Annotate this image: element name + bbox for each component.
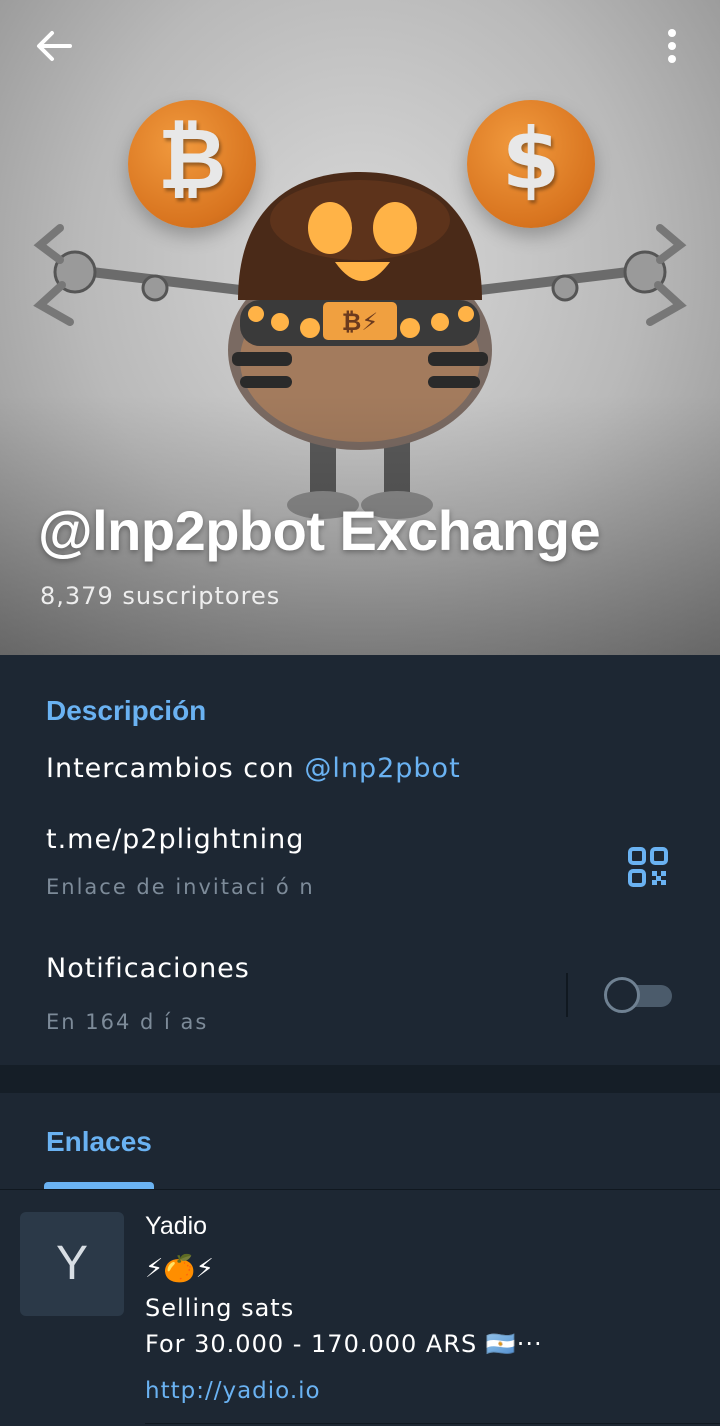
description-prefix: Intercambios con [46, 753, 305, 784]
arrow-back-icon [37, 31, 72, 61]
more-vertical-icon [668, 29, 676, 63]
vertical-divider [566, 973, 568, 1017]
mention-link[interactable]: @lnp2pbot [304, 753, 460, 784]
list-divider [145, 1423, 720, 1424]
more-options-button[interactable] [648, 22, 696, 70]
tab-enlaces[interactable]: Enlaces [46, 1126, 152, 1158]
invite-link-label: Enlace de invitaci ó n [46, 875, 315, 899]
links-list: Y Yadio ⚡🍊⚡ Selling sats For 30.000 - 17… [0, 1189, 720, 1426]
description-label: Descripción [46, 695, 207, 726]
link-title: Yadio [145, 1212, 208, 1240]
dollar-coin: $ [467, 100, 595, 228]
back-button[interactable] [30, 22, 78, 70]
svg-text:₿⚡: ₿⚡ [342, 308, 378, 336]
qr-code-icon [628, 847, 668, 887]
invite-link[interactable]: t.me/p2plightning [46, 824, 304, 855]
list-item[interactable]: Y Yadio ⚡🍊⚡ Selling sats For 30.000 - 17… [0, 1190, 720, 1426]
description-text: Intercambios con @lnp2pbot [46, 753, 461, 784]
notifications-toggle[interactable] [604, 977, 672, 1013]
tab-indicator [44, 1182, 154, 1189]
link-url[interactable]: http://yadio.io [145, 1378, 321, 1404]
media-tabs: Enlaces [0, 1093, 720, 1189]
section-gap [0, 1065, 720, 1093]
channel-cover: ₿⚡ ₿ $ @lnp2pbot Exchange 8,379 suscript… [0, 0, 720, 655]
qr-code-button[interactable] [626, 845, 670, 889]
channel-name: @lnp2pbot Exchange [38, 499, 601, 562]
link-emoji-line: ⚡🍊⚡ [145, 1254, 214, 1284]
toggle-knob [604, 977, 640, 1013]
link-thumbnail: Y [20, 1212, 124, 1316]
notifications-sub: En 164 d í as [46, 1010, 209, 1034]
subscriber-count: 8,379 suscriptores [40, 582, 281, 610]
channel-info-section: Descripción Intercambios con @lnp2pbot t… [0, 655, 720, 1065]
link-description-line1: Selling sats [145, 1294, 295, 1322]
link-description-line2: For 30.000 - 170.000 ARS 🇦🇷··· [145, 1330, 543, 1358]
bitcoin-coin: ₿ [128, 100, 256, 228]
notifications-label: Notificaciones [46, 953, 250, 984]
